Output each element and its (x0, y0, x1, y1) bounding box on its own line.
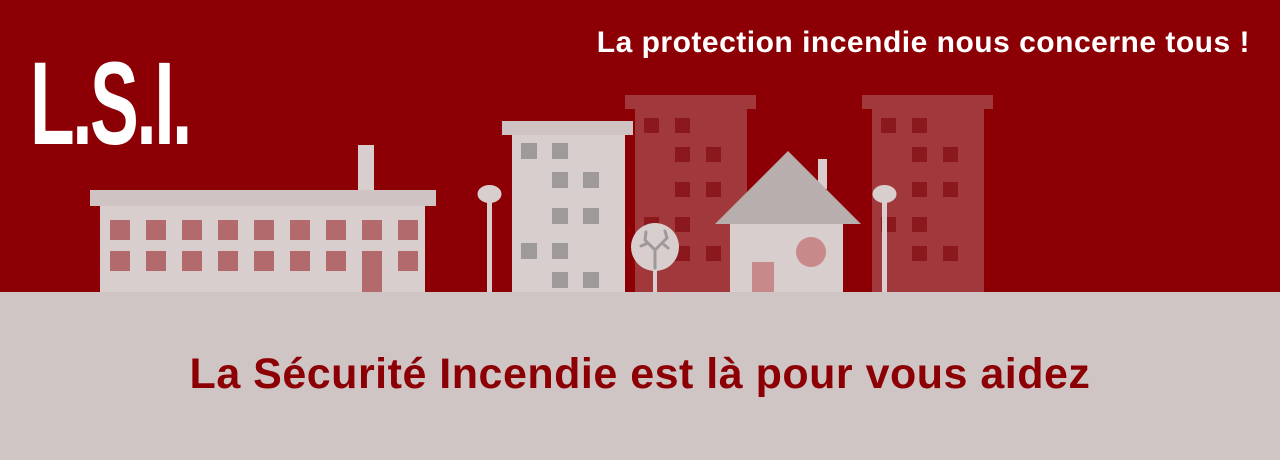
street-lamp-icon (477, 185, 502, 292)
factory-building-icon (90, 145, 436, 292)
headline: La Sécurité Incendie est là pour vous ai… (189, 350, 1091, 398)
apartment-tower-icon (502, 121, 633, 292)
cityscape-illustration (90, 95, 993, 292)
